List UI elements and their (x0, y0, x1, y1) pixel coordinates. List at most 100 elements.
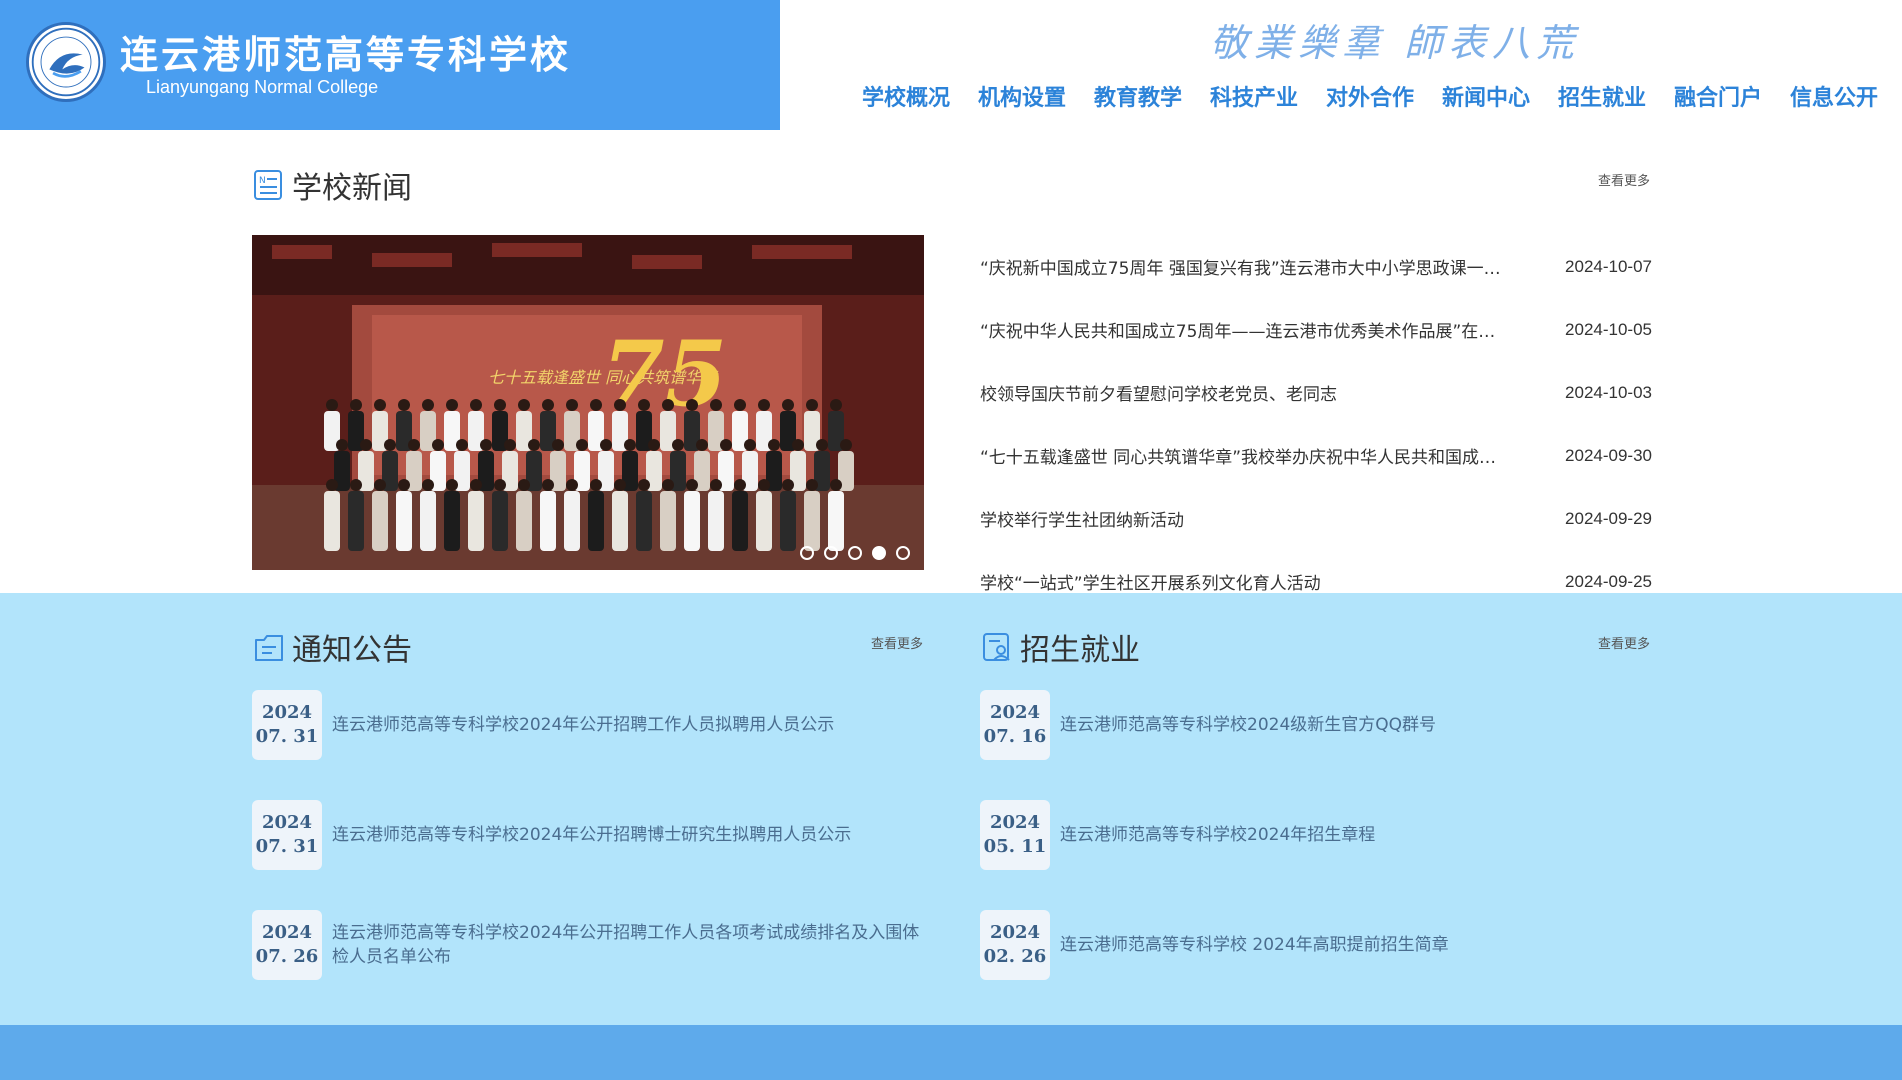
carousel-crowd-head (422, 479, 434, 491)
notice-item[interactable]: 2024 07. 31 连云港师范高等专科学校2024年公开招聘工作人员拟聘用人… (252, 690, 924, 760)
carousel-crowd-head (758, 479, 770, 491)
notice-month-day: 07. 31 (255, 726, 319, 747)
news-carousel[interactable]: 七十五载逢盛世 同心共筑谱华章 75 (252, 235, 924, 570)
carousel-crowd-body (492, 491, 508, 551)
notice-icon (255, 635, 283, 661)
carousel-dots (800, 546, 910, 560)
news-item[interactable]: 校领导国庆节前夕看望慰问学校老党员、老同志 2024-10-03 (980, 361, 1652, 424)
nav-item-overview[interactable]: 学校概况 (862, 80, 978, 111)
carousel-crowd-head (566, 399, 578, 411)
nav-item-technology[interactable]: 科技产业 (1210, 80, 1326, 111)
news-item[interactable]: “庆祝新中国成立75周年 强国复兴有我”连云港市大中小学思政课一… 2024-1… (980, 235, 1652, 298)
svg-text:N: N (259, 176, 266, 186)
nav-item-cooperation[interactable]: 对外合作 (1326, 80, 1442, 111)
news-item[interactable]: “七十五载逢盛世 同心共筑谱华章”我校举办庆祝中华人民共和国成… 2024-09… (980, 424, 1652, 487)
nav-item-news-center[interactable]: 新闻中心 (1442, 80, 1558, 111)
admissions-header: 招生就业 (980, 625, 1140, 669)
news-more-link[interactable]: 查看更多 (1598, 170, 1650, 189)
admission-month-day: 02. 26 (983, 946, 1047, 967)
notice-item-text[interactable]: 连云港师范高等专科学校2024年公开招聘博士研究生拟聘用人员公示 (332, 823, 851, 847)
admission-item[interactable]: 2024 07. 16 连云港师范高等专科学校2024级新生官方QQ群号 (980, 690, 1652, 760)
carousel-crowd-head (542, 399, 554, 411)
news-icon: N (254, 170, 282, 200)
nav-item-info-disclosure[interactable]: 信息公开 (1790, 80, 1902, 111)
carousel-crowd-head (648, 439, 660, 451)
news-item-title[interactable]: “庆祝新中国成立75周年 强国复兴有我”连云港市大中小学思政课一… (980, 254, 1520, 279)
carousel-crowd-body (348, 491, 364, 551)
carousel-crowd-head (470, 399, 482, 411)
carousel-crowd-body (372, 491, 388, 551)
nav-item-education[interactable]: 教育教学 (1094, 80, 1210, 111)
notice-item[interactable]: 2024 07. 31 连云港师范高等专科学校2024年公开招聘博士研究生拟聘用… (252, 800, 924, 870)
news-item-title[interactable]: 学校“一站式”学生社区开展系列文化育人活动 (980, 569, 1520, 594)
admission-item-text[interactable]: 连云港师范高等专科学校 2024年高职提前招生简章 (1060, 933, 1449, 957)
news-item-title[interactable]: “庆祝中华人民共和国成立75周年——连云港市优秀美术作品展”在… (980, 317, 1520, 342)
carousel-crowd-body (324, 491, 340, 551)
carousel-crowd-body (588, 491, 604, 551)
carousel-crowd-head (360, 439, 372, 451)
notice-month-day: 07. 31 (255, 836, 319, 857)
carousel-dot[interactable] (800, 546, 814, 560)
carousel-crowd-head (326, 399, 338, 411)
notices-more-link[interactable]: 查看更多 (871, 633, 923, 652)
carousel-crowd-body (708, 491, 724, 551)
main-nav: 学校概况 机构设置 教育教学 科技产业 对外合作 新闻中心 招生就业 融合门户 … (862, 80, 1902, 111)
news-section: N 学校新闻 查看更多 七十五载逢盛世 同心共筑谱华章 75 “庆祝新中国成立7… (0, 130, 1902, 594)
carousel-dot-active[interactable] (872, 546, 886, 560)
notice-date-badge: 2024 07. 31 (252, 690, 322, 760)
news-item-title[interactable]: 学校举行学生社团纳新活动 (980, 506, 1520, 531)
carousel-dot[interactable] (824, 546, 838, 560)
nav-item-departments[interactable]: 机构设置 (978, 80, 1094, 111)
carousel-crowd-head (590, 479, 602, 491)
notice-item-text[interactable]: 连云港师范高等专科学校2024年公开招聘工作人员拟聘用人员公示 (332, 713, 834, 737)
carousel-crowd-head (614, 479, 626, 491)
carousel-crowd-head (336, 439, 348, 451)
carousel-crowd-body (804, 491, 820, 551)
logo-chinese-name: 连云港师范高等专科学校 (120, 32, 572, 77)
admissions-icon (983, 633, 1010, 661)
carousel-crowd-head (720, 439, 732, 451)
news-list: “庆祝新中国成立75周年 强国复兴有我”连云港市大中小学思政课一… 2024-1… (980, 235, 1652, 613)
carousel-crowd-head (816, 439, 828, 451)
carousel-crowd-body (540, 491, 556, 551)
site-footer (0, 1025, 1902, 1080)
carousel-crowd-head (350, 399, 362, 411)
carousel-crowd-head (528, 439, 540, 451)
carousel-crowd-head (456, 439, 468, 451)
carousel-crowd-head (782, 479, 794, 491)
news-item-title[interactable]: “七十五载逢盛世 同心共筑谱华章”我校举办庆祝中华人民共和国成… (980, 443, 1520, 468)
carousel-image: 七十五载逢盛世 同心共筑谱华章 75 (252, 235, 924, 570)
notice-item[interactable]: 2024 07. 26 连云港师范高等专科学校2024年公开招聘工作人员各项考试… (252, 910, 924, 980)
carousel-crowd-head (374, 479, 386, 491)
carousel-dot[interactable] (896, 546, 910, 560)
news-item-title[interactable]: 校领导国庆节前夕看望慰问学校老党员、老同志 (980, 380, 1520, 405)
carousel-crowd-head (686, 399, 698, 411)
admission-item-text[interactable]: 连云港师范高等专科学校2024级新生官方QQ群号 (1060, 713, 1436, 737)
carousel-crowd-head (494, 399, 506, 411)
nav-item-admissions[interactable]: 招生就业 (1558, 80, 1674, 111)
admission-year: 2024 (989, 812, 1041, 833)
carousel-crowd-head (504, 439, 516, 451)
carousel-crowd-head (590, 399, 602, 411)
news-item-date: 2024-10-05 (1565, 319, 1652, 339)
carousel-dot[interactable] (848, 546, 862, 560)
news-item-date: 2024-09-30 (1565, 445, 1652, 465)
admission-item-text[interactable]: 连云港师范高等专科学校2024年招生章程 (1060, 823, 1375, 847)
carousel-crowd-body (444, 491, 460, 551)
notice-item-text[interactable]: 连云港师范高等专科学校2024年公开招聘工作人员各项考试成绩排名及入围体检人员名… (332, 921, 924, 969)
carousel-crowd-head (792, 439, 804, 451)
news-item-date: 2024-10-03 (1565, 382, 1652, 402)
notice-month-day: 07. 26 (255, 946, 319, 967)
carousel-crowd-head (806, 479, 818, 491)
admissions-more-link[interactable]: 查看更多 (1598, 633, 1650, 652)
logo-area[interactable]: 连云港师范高等专科学校 Lianyungang Normal College (0, 0, 780, 130)
carousel-crowd-body (756, 491, 772, 551)
news-item[interactable]: 学校举行学生社团纳新活动 2024-09-29 (980, 487, 1652, 550)
news-item[interactable]: “庆祝中华人民共和国成立75周年——连云港市优秀美术作品展”在… 2024-10… (980, 298, 1652, 361)
carousel-crowd-body (420, 491, 436, 551)
notice-date-badge: 2024 07. 26 (252, 910, 322, 980)
admission-item[interactable]: 2024 02. 26 连云港师范高等专科学校 2024年高职提前招生简章 (980, 910, 1652, 980)
admission-item[interactable]: 2024 05. 11 连云港师范高等专科学校2024年招生章程 (980, 800, 1652, 870)
carousel-crowd-head (830, 399, 842, 411)
nav-item-portal[interactable]: 融合门户 (1674, 80, 1790, 111)
